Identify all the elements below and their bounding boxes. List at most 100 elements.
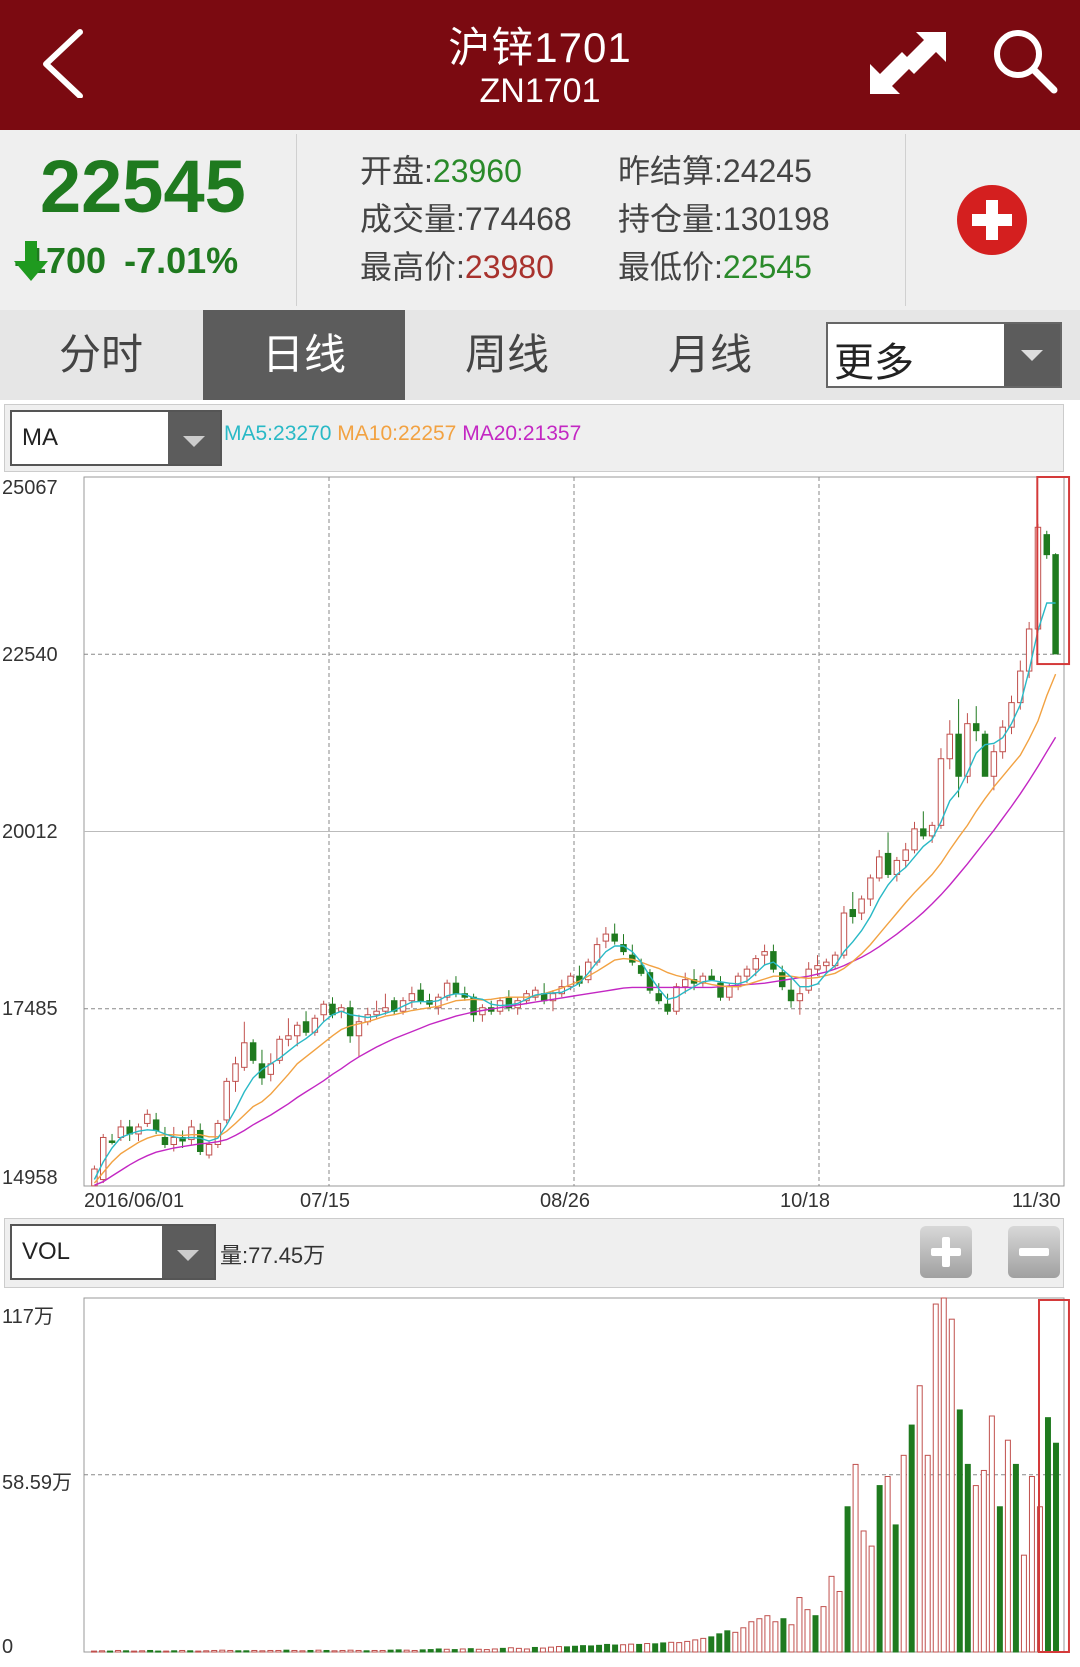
volume-bar xyxy=(916,1385,923,1653)
volume-bar xyxy=(684,1640,691,1653)
volume-bar xyxy=(483,1649,490,1653)
volume-bar xyxy=(900,1454,907,1653)
volume-label: 成交量: xyxy=(360,201,465,237)
expand-icon[interactable] xyxy=(868,28,948,98)
indicator-select[interactable]: MA xyxy=(10,410,222,466)
candle xyxy=(972,723,980,732)
volume-bar xyxy=(708,1636,715,1653)
candle xyxy=(858,898,865,914)
tab-weekly[interactable]: 周线 xyxy=(406,310,608,400)
tab-daily[interactable]: 日线 xyxy=(203,310,405,400)
volume-bar xyxy=(876,1485,883,1653)
volume-bar xyxy=(331,1650,338,1653)
volume-bar xyxy=(323,1649,330,1653)
candle xyxy=(981,733,989,777)
volume-bar xyxy=(1044,1417,1051,1653)
tab-monthly[interactable]: 月线 xyxy=(609,310,811,400)
candle xyxy=(117,1126,125,1138)
volume-bar xyxy=(620,1644,627,1653)
open-label: 开盘: xyxy=(360,153,433,189)
volume-bar xyxy=(772,1621,779,1653)
volume-bar xyxy=(860,1530,867,1653)
candle xyxy=(161,1136,169,1145)
last-price: 22545 xyxy=(40,145,246,228)
volume-bar xyxy=(163,1650,170,1653)
tab-intraday[interactable]: 分时 xyxy=(0,310,202,400)
candle xyxy=(920,828,927,837)
candle xyxy=(1043,534,1051,556)
volume-bar xyxy=(139,1650,146,1653)
candle xyxy=(849,909,857,918)
candle xyxy=(831,954,839,967)
volume-bar xyxy=(419,1649,426,1653)
more-dropdown[interactable]: 更多 xyxy=(826,322,1062,388)
volume-bar xyxy=(660,1642,667,1653)
candle xyxy=(205,1143,213,1156)
volume-bar xyxy=(692,1639,699,1653)
divider xyxy=(296,134,297,306)
zoom-out-button[interactable] xyxy=(1008,1226,1060,1278)
volume-bar xyxy=(155,1650,162,1653)
candle xyxy=(408,993,416,1002)
volume-bar xyxy=(828,1575,835,1653)
candle xyxy=(681,979,689,988)
divider xyxy=(905,134,906,306)
price-change: -1700 -7.01% xyxy=(14,240,238,282)
volume-bar xyxy=(988,1415,995,1653)
volume-bar xyxy=(267,1649,274,1653)
x-tick-label: 07/15 xyxy=(300,1190,351,1212)
volume-bar xyxy=(459,1648,466,1653)
volume-bar xyxy=(363,1650,370,1653)
candle xyxy=(770,951,777,970)
volume-bar xyxy=(179,1649,186,1653)
y-tick-label: 20012 xyxy=(2,821,58,843)
candle xyxy=(241,1042,248,1068)
volume-bar xyxy=(243,1650,250,1653)
volume-bar xyxy=(499,1647,506,1653)
volume-bar xyxy=(403,1649,410,1653)
x-tick-label: 08/26 xyxy=(540,1190,591,1212)
add-icon[interactable] xyxy=(956,184,1028,256)
volume-bar xyxy=(908,1424,915,1653)
volume-bar xyxy=(291,1649,298,1653)
volume-bar xyxy=(171,1650,178,1653)
candle xyxy=(752,958,760,970)
volume-bar xyxy=(1053,1442,1059,1653)
volume-bar xyxy=(563,1646,570,1653)
down-arrow-icon xyxy=(14,241,48,281)
volume-bar xyxy=(812,1615,819,1653)
volume-bar xyxy=(107,1650,114,1653)
candle xyxy=(152,1119,160,1131)
volume-bar xyxy=(539,1647,546,1653)
volume-bar xyxy=(235,1650,242,1653)
candle xyxy=(1052,554,1059,655)
search-icon[interactable] xyxy=(990,26,1060,96)
period-tabs: 分时 日线 周线 月线 更多 xyxy=(0,310,1080,400)
volume-bar xyxy=(700,1637,707,1653)
volume-bar xyxy=(676,1642,683,1653)
open-value: 23960 xyxy=(432,153,522,189)
candle xyxy=(637,965,645,974)
volume-indicator-select[interactable]: VOL xyxy=(10,1224,216,1280)
volume-bar xyxy=(491,1648,498,1653)
volume-bar xyxy=(219,1649,226,1653)
volume-bar xyxy=(379,1649,386,1653)
volume-bar xyxy=(1012,1463,1019,1653)
volume-chart[interactable] xyxy=(0,1290,1080,1667)
chevron-down-icon xyxy=(162,1226,214,1278)
candle xyxy=(823,961,830,967)
zoom-in-button[interactable] xyxy=(920,1226,972,1278)
volume-bar xyxy=(572,1645,578,1653)
volume-bar xyxy=(756,1618,763,1653)
y-tick-label: 17485 xyxy=(2,998,58,1020)
low-label: 最低价: xyxy=(618,249,723,285)
volume-bar xyxy=(275,1649,282,1653)
volume-bar xyxy=(740,1627,747,1653)
candlestick-chart[interactable] xyxy=(0,474,1080,1214)
volume-bar xyxy=(387,1649,394,1653)
volume-bar xyxy=(531,1646,538,1653)
volume-bar xyxy=(628,1643,635,1653)
header-bar: 沪锌1701 ZN1701 xyxy=(0,0,1080,130)
candle xyxy=(302,1021,310,1033)
y-tick-label: 58.59万 xyxy=(2,1472,73,1494)
